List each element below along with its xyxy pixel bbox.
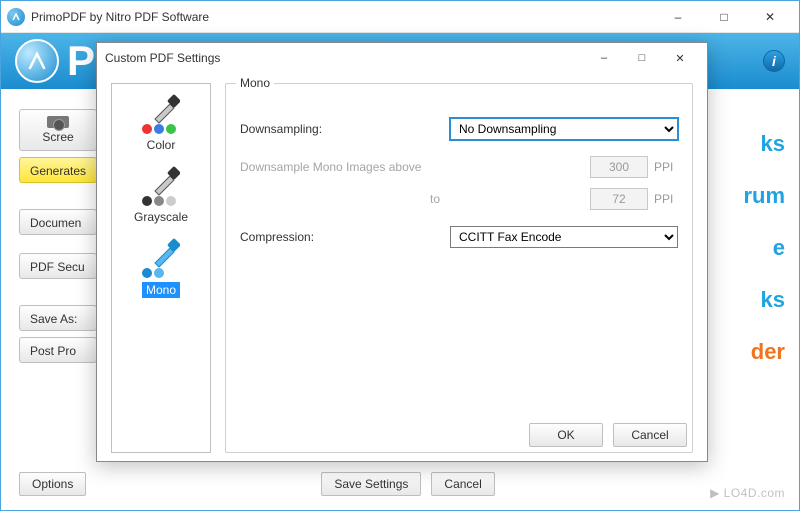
dialog-maximize-button[interactable]: □ (623, 45, 661, 71)
saveas-label: Save As: (30, 312, 77, 326)
downsample-above-input: 300 (590, 156, 648, 178)
postproc-button[interactable]: Post Pro (19, 337, 97, 363)
dialog-buttons: OK Cancel (529, 423, 687, 447)
screen-button[interactable]: Scree (19, 109, 97, 151)
maximize-button[interactable]: □ (701, 2, 747, 32)
rside-e: e (743, 235, 785, 261)
safe-icon (47, 116, 69, 128)
ok-button[interactable]: OK (529, 423, 603, 447)
info-icon[interactable]: i (763, 50, 785, 72)
downsampling-label: Downsampling: (240, 122, 450, 136)
pdfsecurity-button[interactable]: PDF Secu (19, 253, 97, 279)
options-button[interactable]: Options (19, 472, 86, 496)
app-icon (7, 8, 25, 26)
sidebar-item-color[interactable]: Color (116, 90, 206, 158)
sidebar-item-mono[interactable]: Mono (116, 234, 206, 304)
downsample-to-input: 72 (590, 188, 648, 210)
watermark: ▶ LO4D.com (710, 486, 785, 500)
groupbox-title: Mono (236, 76, 274, 90)
main-bottom-buttons: Options Save Settings Cancel (19, 472, 495, 496)
rside-ks2: ks (743, 287, 785, 313)
pdfsecurity-label: PDF Secu (30, 260, 85, 274)
downsample-above-label: Downsample Mono Images above (240, 160, 450, 174)
color-picker-icon (140, 94, 182, 136)
main-cancel-button[interactable]: Cancel (431, 472, 494, 496)
dialog-cancel-button[interactable]: Cancel (613, 423, 687, 447)
background-buttons: Scree Generates Documen PDF Secu Save As… (19, 109, 97, 363)
ppi-label-2: PPI (654, 192, 678, 206)
document-label: Documen (30, 216, 81, 230)
settings-sidebar: Color Grayscale Mono (111, 83, 211, 453)
saveas-button[interactable]: Save As: (19, 305, 97, 331)
downsampling-select[interactable]: No Downsampling (450, 118, 678, 140)
dialog-titlebar: Custom PDF Settings – □ ✕ (97, 43, 707, 73)
main-window-title: PrimoPDF by Nitro PDF Software (31, 10, 655, 24)
brand-letter: P (67, 37, 96, 85)
sidebar-color-label: Color (147, 138, 176, 152)
mono-groupbox: Mono Downsampling: No Downsampling Downs… (225, 83, 693, 453)
rside-rum: rum (743, 183, 785, 209)
rside-der: der (743, 339, 785, 365)
compression-select[interactable]: CCITT Fax Encode (450, 226, 678, 248)
to-label: to (240, 192, 450, 206)
dialog-minimize-button[interactable]: – (585, 45, 623, 71)
dialog-close-button[interactable]: ✕ (661, 45, 699, 71)
mono-picker-icon (140, 238, 182, 280)
main-titlebar: PrimoPDF by Nitro PDF Software – □ ✕ (1, 1, 799, 33)
sidebar-item-grayscale[interactable]: Grayscale (116, 162, 206, 230)
dialog-title: Custom PDF Settings (105, 51, 585, 65)
right-side-text: ks rum e ks der (743, 131, 785, 391)
sidebar-grayscale-label: Grayscale (134, 210, 188, 224)
ppi-label-1: PPI (654, 160, 678, 174)
rside-ks: ks (743, 131, 785, 157)
sidebar-mono-label: Mono (142, 282, 180, 298)
grayscale-picker-icon (140, 166, 182, 208)
postproc-label: Post Pro (30, 344, 76, 358)
document-button[interactable]: Documen (19, 209, 97, 235)
close-button[interactable]: ✕ (747, 2, 793, 32)
brand-icon (15, 39, 59, 83)
compression-label: Compression: (240, 230, 450, 244)
save-settings-button[interactable]: Save Settings (321, 472, 421, 496)
generates-button[interactable]: Generates (19, 157, 97, 183)
minimize-button[interactable]: – (655, 2, 701, 32)
screen-label: Scree (42, 130, 73, 144)
custom-pdf-settings-dialog: Custom PDF Settings – □ ✕ Color Grayscal… (96, 42, 708, 462)
generates-label: Generates (30, 164, 86, 178)
